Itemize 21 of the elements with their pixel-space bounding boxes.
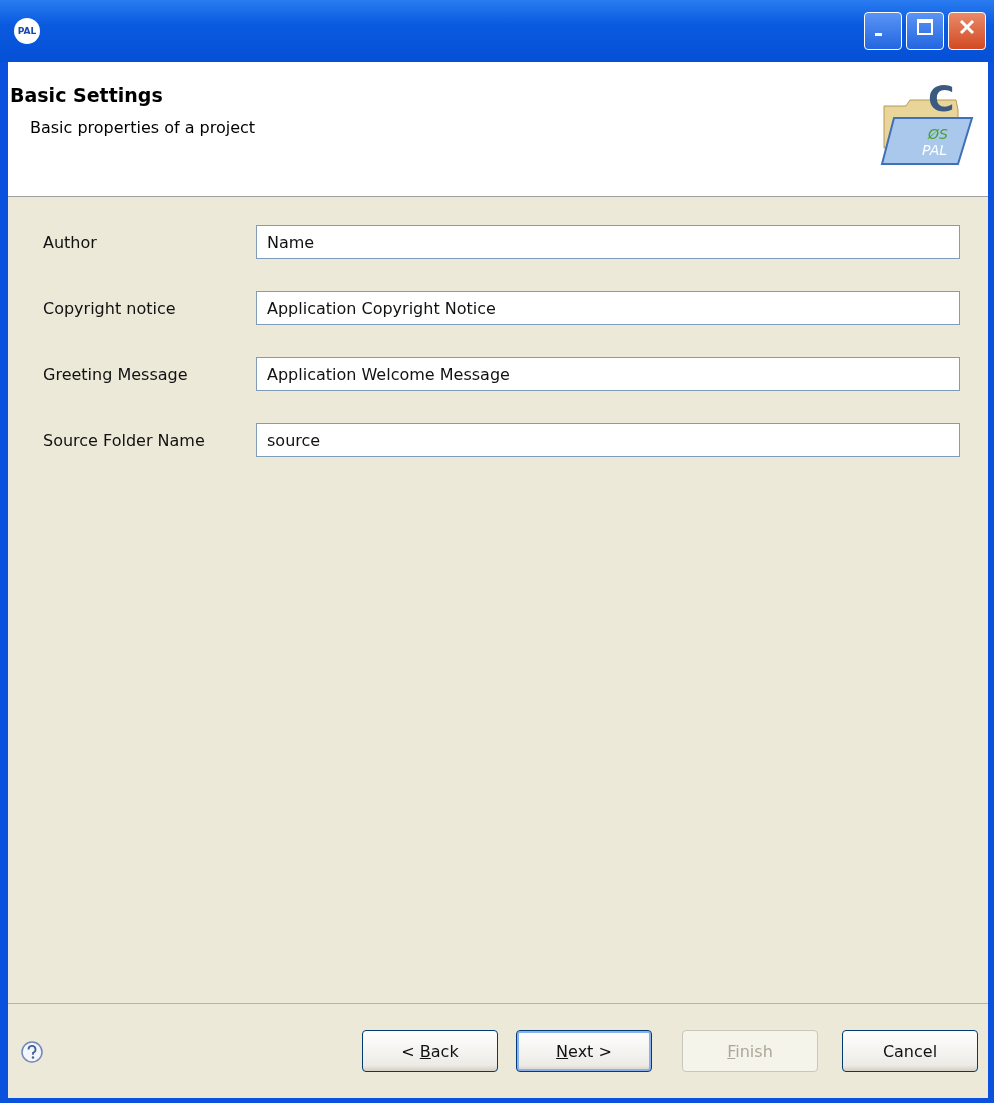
close-icon: [958, 18, 976, 36]
field-label: Author: [43, 232, 98, 252]
maximize-button[interactable]: [906, 12, 944, 50]
text-field[interactable]: Application Welcome Message: [256, 357, 960, 391]
minimize-icon: [874, 32, 882, 36]
text-field[interactable]: Name: [256, 225, 960, 259]
wizard-button[interactable]: Next >: [516, 1030, 652, 1072]
text-field[interactable]: source: [256, 423, 960, 457]
page-title: Basic Settings: [10, 84, 164, 106]
maximize-icon: [916, 18, 934, 36]
minimize-button[interactable]: [864, 12, 902, 50]
page-description: Basic properties of a project: [30, 118, 256, 137]
wizard-button[interactable]: Cancel: [842, 1030, 978, 1072]
help-icon[interactable]: [20, 1040, 44, 1064]
field-label: Greeting Message: [43, 364, 189, 384]
field-label: Copyright notice: [43, 298, 177, 318]
app-badge: PAL: [14, 18, 40, 44]
text-field[interactable]: Application Copyright Notice: [256, 291, 960, 325]
close-button[interactable]: [948, 12, 986, 50]
wizard-button[interactable]: < Back: [362, 1030, 498, 1072]
field-label: Source Folder Name: [43, 430, 206, 450]
